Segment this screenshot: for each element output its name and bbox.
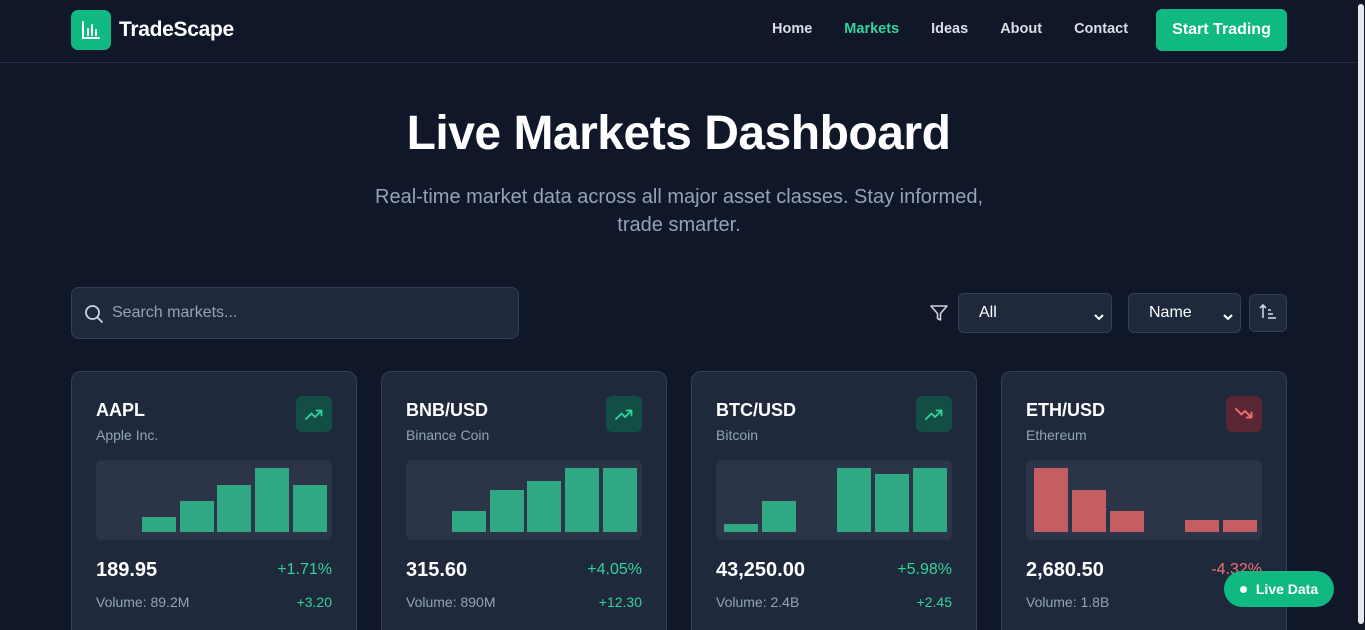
card-symbol: ETH/USD [1026, 400, 1106, 420]
nav-markets[interactable]: Markets [844, 21, 899, 37]
card-change-absolute: +2.45 [916, 594, 952, 610]
search-icon [84, 304, 104, 329]
mini-chart-bar [141, 517, 176, 532]
mini-chart-bar [293, 485, 327, 532]
card-price: 43,250.00 [716, 559, 805, 581]
scrollbar-thumb[interactable] [1358, 4, 1364, 624]
live-status-dot [1239, 585, 1247, 593]
page-subtitle: Real-time market data across all major a… [350, 183, 1008, 239]
main-nav: Home Markets Ideas About Contact [772, 21, 1160, 37]
card-change-percent: +1.71% [277, 561, 332, 578]
card-change-absolute: +3.20 [296, 594, 332, 610]
mini-chart-bar [837, 468, 872, 532]
category-select[interactable]: All [958, 293, 1112, 333]
chevron-down-icon [1093, 309, 1105, 327]
nav-about[interactable]: About [1000, 21, 1042, 37]
trending-up-icon [606, 396, 642, 432]
market-card-aapl[interactable]: AAPL Apple Inc. 189.95 +1.71% Volume: 89… [71, 371, 357, 630]
card-volume: Volume: 89.2M [96, 594, 190, 610]
nav-home[interactable]: Home [772, 21, 812, 37]
mini-bar-chart [406, 460, 642, 540]
mini-chart-bar [255, 468, 290, 532]
subtitle-line-2: trade smarter. [617, 214, 741, 236]
market-card-btc[interactable]: BTC/USD Bitcoin 43,250.00 +5.98% Volume:… [691, 371, 977, 630]
page-title: Live Markets Dashboard [406, 107, 951, 160]
card-price: 2,680.50 [1026, 559, 1104, 581]
mini-chart-bar [875, 473, 910, 532]
sort-ascending-icon [1258, 302, 1278, 325]
nav-ideas[interactable]: Ideas [931, 21, 968, 37]
chevron-down-icon [1222, 309, 1234, 327]
trending-down-icon [1226, 396, 1262, 432]
card-price: 189.95 [96, 559, 158, 581]
card-price: 315.60 [406, 559, 468, 581]
brand-name: TradeScape [119, 18, 234, 41]
card-change-percent: +5.98% [897, 561, 952, 578]
filter-icon [929, 303, 949, 328]
mini-chart-bar [565, 468, 600, 532]
market-card-bnb[interactable]: BNB/USD Binance Coin 315.60 +4.05% Volum… [381, 371, 667, 630]
card-symbol: BNB/USD [406, 400, 489, 420]
card-asset-name: Ethereum [1026, 427, 1087, 443]
mini-chart-bar [724, 523, 758, 532]
mini-chart-bar [913, 468, 947, 532]
card-change-absolute: +12.30 [598, 594, 642, 610]
mini-chart-bar [489, 489, 524, 532]
mini-chart-bar [1223, 519, 1257, 532]
mini-chart-bar [451, 510, 486, 532]
page-scrollbar[interactable] [1357, 0, 1365, 630]
sort-select-value: Name [1149, 304, 1192, 321]
bar-chart-icon [71, 10, 111, 50]
card-symbol: AAPL [96, 400, 145, 420]
site-header: TradeScape Home Markets Ideas About Cont… [0, 0, 1357, 63]
live-data-label: Live Data [1255, 581, 1319, 597]
mini-chart-bar [1071, 489, 1106, 532]
trending-up-icon [916, 396, 952, 432]
card-volume: Volume: 890M [406, 594, 496, 610]
sort-direction-button[interactable] [1249, 294, 1287, 332]
start-trading-button[interactable]: Start Trading [1156, 9, 1287, 51]
mini-chart-bar [217, 485, 252, 532]
brand-logo[interactable]: TradeScape [71, 10, 234, 50]
live-data-badge[interactable]: Live Data [1224, 571, 1334, 607]
card-symbol: BTC/USD [716, 400, 796, 420]
card-asset-name: Apple Inc. [96, 427, 159, 443]
card-asset-name: Bitcoin [716, 427, 759, 443]
subtitle-line-1: Real-time market data across all major a… [375, 186, 983, 208]
mini-chart-bar [603, 468, 637, 532]
card-volume: Volume: 1.8B [1026, 594, 1110, 610]
nav-contact[interactable]: Contact [1074, 21, 1128, 37]
trending-up-icon [296, 396, 332, 432]
sort-select[interactable]: Name [1128, 293, 1241, 333]
mini-chart-bar [761, 501, 796, 532]
search-input[interactable] [112, 300, 502, 326]
card-change-percent: +4.05% [587, 561, 642, 578]
card-volume: Volume: 2.4B [716, 594, 800, 610]
mini-bar-chart [1026, 460, 1262, 540]
mini-bar-chart [716, 460, 952, 540]
mini-chart-bar [527, 480, 562, 532]
category-select-value: All [979, 304, 997, 321]
search-box[interactable] [71, 287, 519, 339]
mini-chart-bar [1034, 468, 1068, 532]
mini-chart-bar [179, 501, 214, 532]
card-asset-name: Binance Coin [406, 427, 490, 443]
mini-bar-chart [96, 460, 332, 540]
mini-chart-bar [1185, 519, 1220, 532]
mini-chart-bar [1109, 510, 1144, 532]
